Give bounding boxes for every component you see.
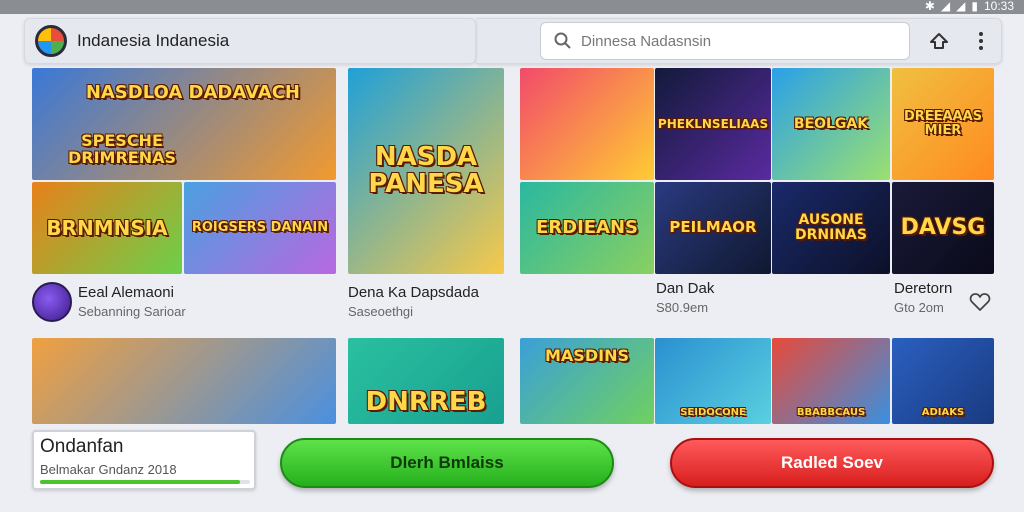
game-tile[interactable]: DREEAAAS MIER <box>892 68 994 180</box>
app-header: Indanesia Indanesia <box>24 18 476 64</box>
info-card-subtitle: Belmakar Gndanz 2018 <box>40 462 177 477</box>
game-tile[interactable] <box>32 338 336 424</box>
search-box[interactable] <box>540 22 910 60</box>
red-action-button[interactable]: Radled Soev <box>670 438 994 488</box>
game-tile[interactable]: BEOLGAK <box>772 68 890 180</box>
app-logo <box>35 25 67 57</box>
info-card-title: Ondanfan <box>40 436 124 457</box>
search-icon <box>554 32 571 49</box>
game-tile[interactable]: DNRREB <box>348 338 504 424</box>
card-meta: Dena Ka Dapsdada Saseoethgi <box>348 284 479 319</box>
more-options-button[interactable] <box>966 26 996 56</box>
bluetooth-icon: ✱ <box>924 0 935 13</box>
wifi-icon: ◢ <box>956 0 966 13</box>
game-tile[interactable] <box>520 68 654 180</box>
game-tile[interactable]: MASDINS <box>520 338 654 424</box>
app-title: Indanesia Indanesia <box>77 31 230 50</box>
card-title: Dena Ka Dapsdada <box>348 284 479 301</box>
card-subtitle: Sebanning Sarioar <box>78 304 186 319</box>
card-title: Dan Dak <box>656 280 715 297</box>
game-tile[interactable]: BRNMNSIA <box>32 182 182 274</box>
game-tile[interactable]: SEIDOCONE <box>655 338 771 424</box>
game-tile[interactable]: AUSONE DRNINAS <box>772 182 890 274</box>
heart-icon[interactable] <box>968 290 992 314</box>
card-meta: Eeal Alemaoni Sebanning Sarioar <box>78 284 186 319</box>
game-tile[interactable]: BBABBCAUS <box>772 338 890 424</box>
share-icon <box>930 33 948 49</box>
game-tile[interactable]: ERDIEANS <box>520 182 654 274</box>
share-button[interactable] <box>924 26 954 56</box>
card-meta: Deretorn Gto 2om <box>894 280 952 315</box>
progress-fill <box>40 480 240 484</box>
signal-icon: ◢ <box>940 0 951 13</box>
status-time: 10:33 <box>983 0 1014 13</box>
card-meta: Dan Dak S80.9em <box>656 280 714 315</box>
game-tile[interactable]: ROIGSERS DANAIN <box>184 182 336 274</box>
card-subtitle: Saseoethgi <box>348 304 414 319</box>
game-tile[interactable]: PHEKLNSELIAAS <box>655 68 771 180</box>
game-tile[interactable]: PEILMAOR <box>655 182 771 274</box>
progress-bar <box>40 480 250 484</box>
card-subtitle: S80.9em <box>656 300 709 315</box>
card-title: Eeal Alemaoni <box>78 284 174 301</box>
game-tile[interactable]: DAVSG <box>892 182 994 274</box>
card-subtitle: Gto 2om <box>894 300 944 315</box>
card-title: Deretorn <box>894 280 953 297</box>
status-bar: ✱ ◢ ◢ ▮ 10:33 <box>0 0 1024 14</box>
info-card[interactable]: Ondanfan Belmakar Gndanz 2018 <box>32 430 256 490</box>
game-tile[interactable]: SPESCHE DRIMRENAS <box>32 120 212 180</box>
game-tile[interactable]: NASDA PANESA <box>348 68 504 274</box>
avatar[interactable] <box>32 282 72 322</box>
battery-icon: ▮ <box>971 0 978 13</box>
more-vert-icon <box>979 32 983 50</box>
green-action-button[interactable]: Dlerh Bmlaiss <box>280 438 614 488</box>
search-input[interactable] <box>581 32 901 50</box>
game-tile[interactable]: ADIAKS <box>892 338 994 424</box>
